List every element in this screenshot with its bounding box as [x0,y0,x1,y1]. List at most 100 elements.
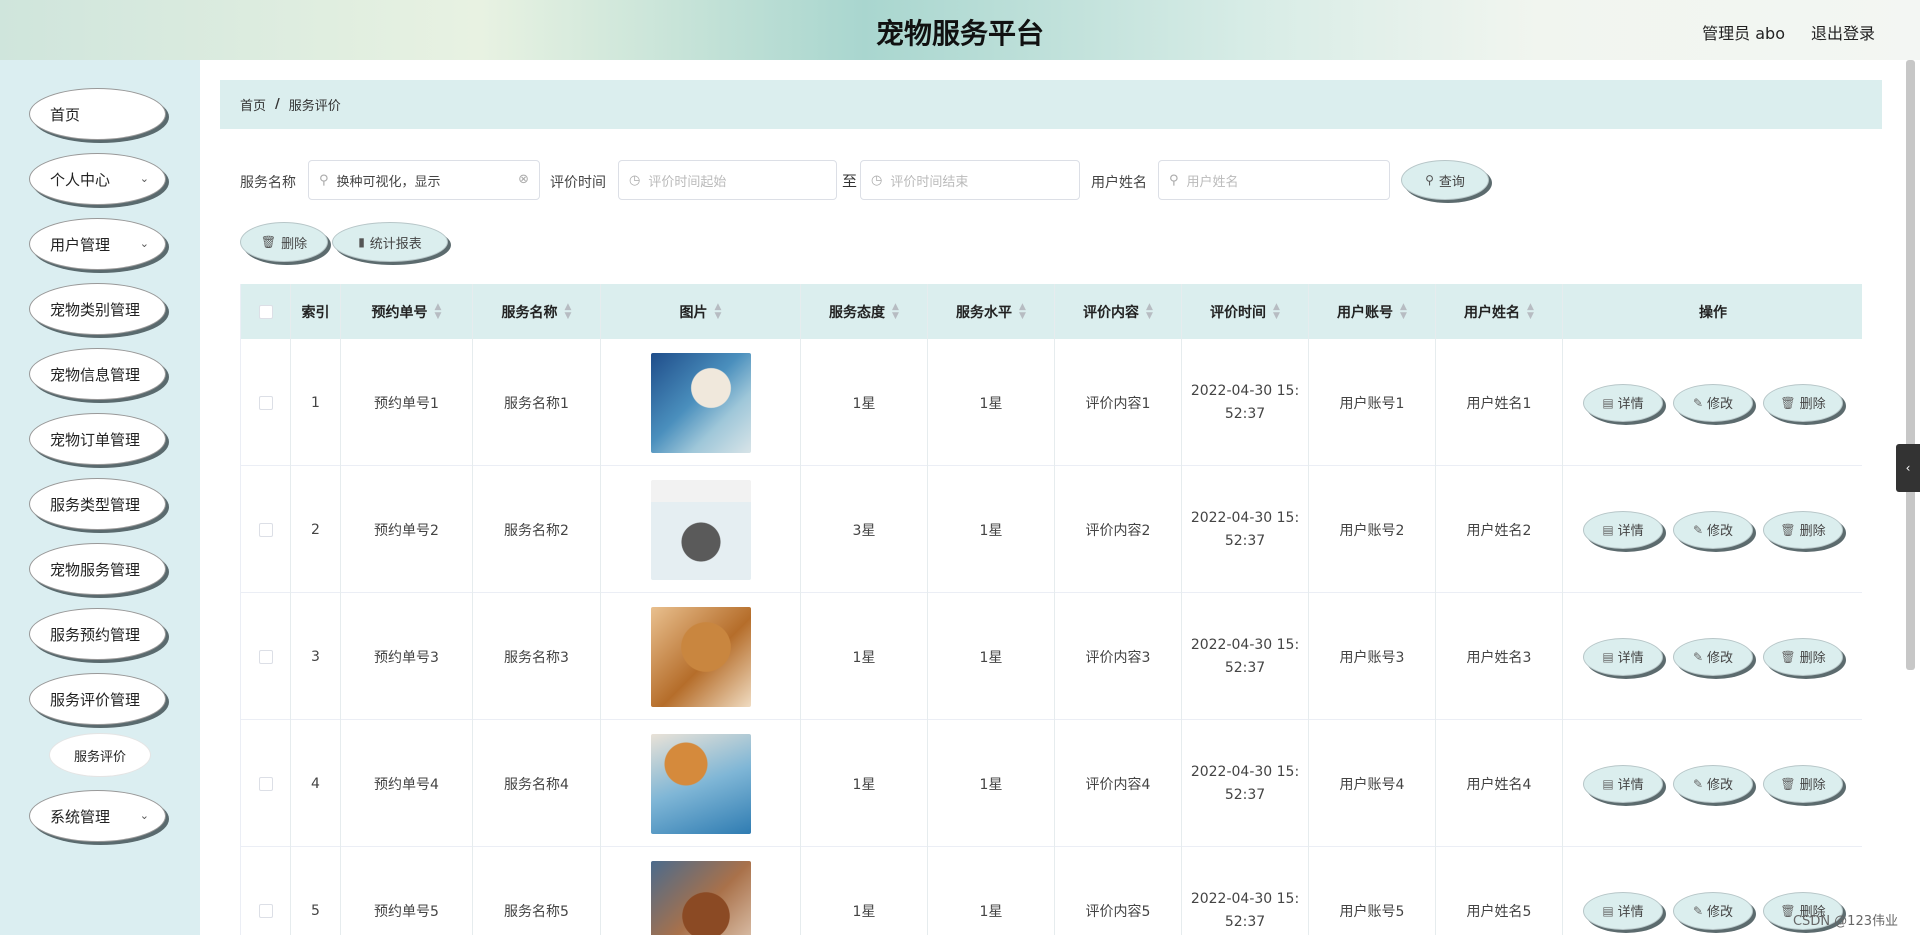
pencil-icon: ✎ [1692,776,1704,791]
row-checkbox[interactable] [258,903,273,918]
header-order[interactable]: 预约单号 ▲ ▼ [341,284,473,339]
row-actions: ▤ 详情 ✎ 修改 🗑 删除 [1583,383,1843,422]
query-button[interactable]: ⚲ 查询 [1401,160,1489,200]
sidebar-item-personal-center[interactable]: 个人中心 ⌄ [29,153,166,205]
sort-icon[interactable]: ▲ ▼ [715,302,722,321]
pet-corgi-image[interactable] [650,733,751,834]
edit-button[interactable]: ✎ 修改 [1673,891,1753,930]
edit-label: 修改 [1707,397,1734,412]
sidebar-item-pet-orders[interactable]: 宠物订单管理 [29,413,166,465]
row-checkbox[interactable] [258,395,273,410]
header-label: 用户姓名 [1464,304,1521,321]
sidebar: 首页 个人中心 ⌄ 用户管理 ⌄ 宠物类别管理 宠物信息管理 宠物订单管理 服务类型… [0,60,200,935]
edit-button[interactable]: ✎ 修改 [1673,764,1753,803]
name-cell: 用户姓名1 [1436,339,1563,466]
pet-dog-image[interactable] [650,606,751,707]
detail-button[interactable]: ▤ 详情 [1583,891,1663,930]
header-attitude[interactable]: 服务态度 ▲ ▼ [801,284,928,339]
header-content[interactable]: 评价内容 ▲ ▼ [1055,284,1182,339]
logout-link[interactable]: 退出登录 [1811,20,1875,44]
sidebar-item-service-booking[interactable]: 服务预约管理 [29,608,166,660]
header-name[interactable]: 用户姓名 ▲ ▼ [1436,284,1563,339]
detail-button[interactable]: ▤ 详情 [1583,383,1663,422]
delete-button[interactable]: 🗑 删除 [1763,510,1843,549]
sidebar-item-system[interactable]: 系统管理 ⌄ [29,790,166,842]
name-cell: 用户姓名3 [1436,593,1563,720]
sidebar-subitem-service-review[interactable]: 服务评价 [50,734,150,776]
service-name-input[interactable]: ⚲ 换种可视化，显示 ⊗ [308,160,540,200]
detail-button[interactable]: ▤ 详情 [1583,764,1663,803]
statistics-report-button[interactable]: ▮ 统计报表 [332,222,448,262]
header-time[interactable]: 评价时间 ▲ ▼ [1182,284,1309,339]
edit-button[interactable]: ✎ 修改 [1673,637,1753,676]
sidebar-item-pet-category[interactable]: 宠物类别管理 [29,283,166,335]
breadcrumb: 首页 / 服务评价 [220,80,1882,129]
edit-button[interactable]: ✎ 修改 [1673,383,1753,422]
detail-label: 详情 [1617,524,1644,539]
breadcrumb-home[interactable]: 首页 [240,95,266,114]
search-icon: ⚲ [1425,173,1434,187]
sidebar-item-label: 宠物类别管理 [50,300,141,319]
content-cell: 评价内容2 [1055,466,1182,593]
clear-icon[interactable]: ⊗ [518,172,529,187]
row-checkbox[interactable] [258,776,273,791]
header-image[interactable]: 图片 ▲ ▼ [601,284,801,339]
edit-button[interactable]: ✎ 修改 [1673,510,1753,549]
sort-icon[interactable]: ▲ ▼ [1527,302,1534,321]
service-cell: 服务名称2 [473,466,601,593]
sidebar-item-service-type[interactable]: 服务类型管理 [29,478,166,530]
collapse-panel-tab[interactable]: ‹ [1896,444,1920,492]
content-cell: 评价内容1 [1055,339,1182,466]
search-icon: ⚲ [319,172,329,188]
vertical-scrollbar[interactable] [1906,60,1915,670]
row-checkbox[interactable] [258,649,273,664]
chevron-down-icon: ⌄ [139,237,149,250]
actions-cell: ▤ 详情 ✎ 修改 🗑 删除 [1563,720,1862,847]
review-time-end-input[interactable]: ◷ 评价时间结束 [860,160,1080,200]
pet-poodle-image[interactable] [650,860,751,935]
actions-cell: ▤ 详情 ✎ 修改 🗑 删除 [1563,593,1862,720]
user-name-input[interactable]: ⚲ 用户姓名 [1158,160,1390,200]
attitude-cell: 1星 [801,847,928,935]
delete-button[interactable]: 🗑 删除 [1763,764,1843,803]
row-checkbox[interactable] [258,522,273,537]
header-account[interactable]: 用户账号 ▲ ▼ [1309,284,1436,339]
sidebar-item-pet-info[interactable]: 宠物信息管理 [29,348,166,400]
pet-bath-image[interactable] [650,479,751,580]
edit-label: 修改 [1707,651,1734,666]
batch-delete-button[interactable]: 🗑 删除 [240,222,328,262]
level-cell: 1星 [928,847,1055,935]
review-time-start-input[interactable]: ◷ 评价时间起始 [618,160,837,200]
header-actions: 操作 [1563,284,1862,339]
actions-cell: ▤ 详情 ✎ 修改 🗑 删除 [1563,466,1862,593]
pencil-icon: ✎ [1692,649,1704,664]
header-service[interactable]: 服务名称 ▲ ▼ [473,284,601,339]
sort-icon[interactable]: ▲ ▼ [892,302,899,321]
attitude-cell: 1星 [801,720,928,847]
sidebar-item-home[interactable]: 首页 [29,88,166,140]
sort-icon[interactable]: ▲ ▼ [1146,302,1153,321]
row-select-cell [241,720,291,847]
sidebar-item-pet-service[interactable]: 宠物服务管理 [29,543,166,595]
sort-icon[interactable]: ▲ ▼ [435,302,442,321]
content-cell: 评价内容3 [1055,593,1182,720]
sort-icon[interactable]: ▲ ▼ [1400,302,1407,321]
sidebar-item-user-management[interactable]: 用户管理 ⌄ [29,218,166,270]
query-button-label: 查询 [1438,174,1465,190]
delete-button[interactable]: 🗑 删除 [1763,637,1843,676]
header-level[interactable]: 服务水平 ▲ ▼ [928,284,1055,339]
row-select-cell [241,847,291,935]
select-all-checkbox[interactable] [258,304,273,319]
row-select-cell [241,593,291,720]
sort-icon[interactable]: ▲ ▼ [565,302,572,321]
sidebar-item-service-review[interactable]: 服务评价管理 [29,673,166,725]
sort-icon[interactable]: ▲ ▼ [1019,302,1026,321]
detail-button[interactable]: ▤ 详情 [1583,510,1663,549]
delete-button[interactable]: 🗑 删除 [1763,383,1843,422]
pet-grooming-image[interactable] [650,352,751,453]
index-cell: 1 [291,339,341,466]
index-cell: 2 [291,466,341,593]
sort-icon[interactable]: ▲ ▼ [1273,302,1280,321]
detail-button[interactable]: ▤ 详情 [1583,637,1663,676]
range-separator: 至 [842,172,858,190]
